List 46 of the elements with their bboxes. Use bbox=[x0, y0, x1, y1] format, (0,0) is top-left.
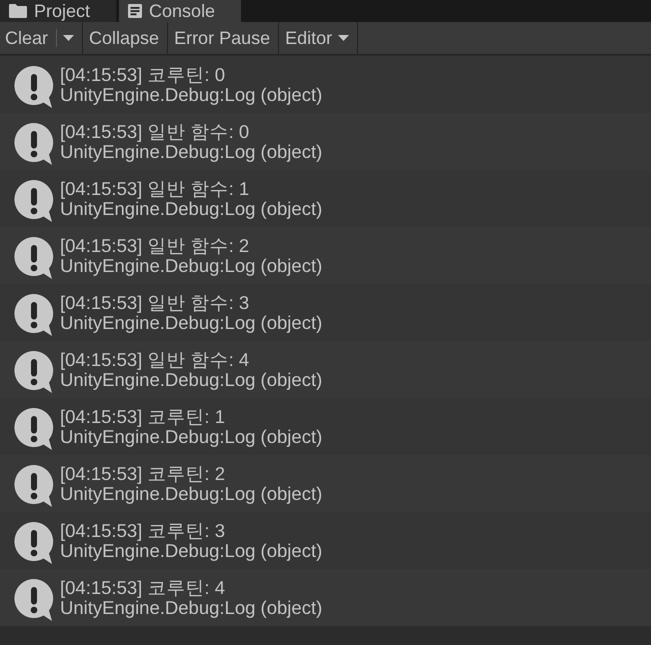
log-entry[interactable]: [04:15:53] 일반 함수: 3 UnityEngine.Debug:Log (object) bbox=[0, 284, 651, 341]
exclamation-bubble-icon bbox=[14, 294, 54, 336]
exclamation-bubble-icon bbox=[14, 180, 54, 222]
log-message: [04:15:53] 코루틴: 0 bbox=[60, 64, 226, 84]
exclamation-bubble-icon bbox=[14, 522, 54, 564]
log-message: [04:15:53] 일반 함수: 3 bbox=[60, 292, 250, 312]
stack-trace: UnityEngine.Debug:Log (object) bbox=[60, 142, 322, 162]
log-entry[interactable]: [04:15:53] 코루틴: 2 UnityEngine.Debug:Log (object) bbox=[0, 455, 651, 512]
caret-icon bbox=[338, 35, 350, 41]
log-message: [04:15:53] 코루틴: 3 bbox=[60, 520, 226, 540]
log-message: [04:15:53] 일반 함수: 0 bbox=[60, 122, 250, 142]
log-entry[interactable]: [04:15:53] 코루틴: 1 UnityEngine.Debug:Log (object) bbox=[0, 398, 651, 455]
log-entry[interactable]: [04:15:53] 코루틴: 4 UnityEngine.Debug:Log (object) bbox=[0, 569, 651, 626]
log-entry[interactable]: [04:15:53] 일반 함수: 0 UnityEngine.Debug:Log (object) bbox=[0, 113, 651, 170]
log-message: [04:15:53] 코루틴: 2 bbox=[60, 464, 226, 484]
exclamation-bubble-icon bbox=[14, 122, 54, 164]
exclamation-bubble-icon bbox=[14, 66, 54, 108]
exclamation-bubble-icon bbox=[14, 464, 54, 506]
log-message: [04:15:53] 코루틴: 4 bbox=[60, 578, 226, 598]
stack-trace: UnityEngine.Debug:Log (object) bbox=[60, 256, 322, 276]
stack-trace: UnityEngine.Debug:Log (object) bbox=[60, 312, 322, 332]
log-message: [04:15:53] 일반 함수: 1 bbox=[60, 178, 250, 198]
caret-icon bbox=[63, 35, 74, 41]
folder-icon bbox=[9, 4, 27, 18]
log-message: [04:15:53] 코루틴: 1 bbox=[60, 406, 226, 426]
exclamation-bubble-icon bbox=[14, 350, 54, 392]
log-entry[interactable]: [04:15:53] 일반 함수: 2 UnityEngine.Debug:Log (object) bbox=[0, 227, 651, 284]
log-entry[interactable]: [04:15:53] 코루틴: 3 UnityEngine.Debug:Log (object) bbox=[0, 512, 651, 569]
stack-trace: UnityEngine.Debug:Log (object) bbox=[60, 84, 322, 104]
exclamation-bubble-icon bbox=[14, 236, 54, 278]
log-entry[interactable]: [04:15:53] 일반 함수: 4 UnityEngine.Debug:Log (object) bbox=[0, 341, 651, 398]
stack-trace: UnityEngine.Debug:Log (object) bbox=[60, 484, 322, 504]
log-entry[interactable]: [04:15:53] 코루틴: 0 UnityEngine.Debug:Log (object) bbox=[0, 56, 651, 113]
exclamation-bubble-icon bbox=[14, 408, 54, 450]
stack-trace: UnityEngine.Debug:Log (object) bbox=[60, 540, 322, 560]
panel-tab[interactable]: Console bbox=[119, 0, 242, 22]
log-message: [04:15:53] 일반 함수: 4 bbox=[60, 350, 250, 370]
stack-trace: UnityEngine.Debug:Log (object) bbox=[60, 198, 322, 218]
stack-trace: UnityEngine.Debug:Log (object) bbox=[60, 426, 322, 446]
log-entry[interactable]: [04:15:53] 일반 함수: 1 UnityEngine.Debug:Log (object) bbox=[0, 170, 651, 227]
stack-trace: UnityEngine.Debug:Log (object) bbox=[60, 370, 322, 390]
panel-tab[interactable]: Project bbox=[0, 0, 116, 22]
document-icon bbox=[128, 4, 142, 18]
exclamation-bubble-icon bbox=[14, 578, 54, 620]
log-message: [04:15:53] 일반 함수: 2 bbox=[60, 236, 250, 256]
stack-trace: UnityEngine.Debug:Log (object) bbox=[60, 598, 322, 618]
